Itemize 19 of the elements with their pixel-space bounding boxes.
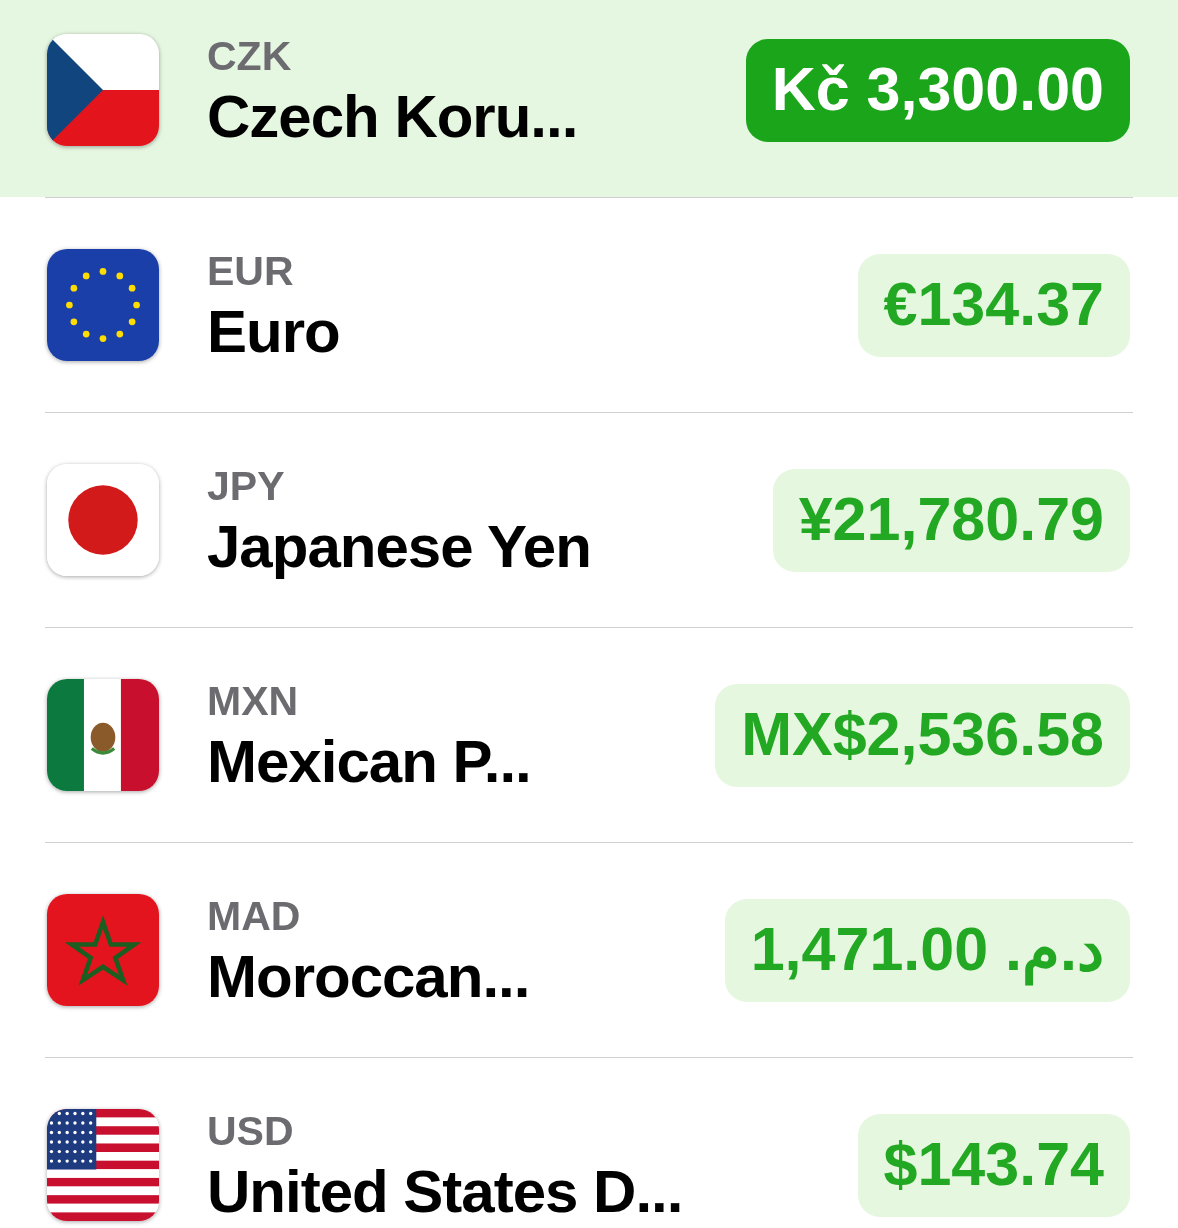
currency-code: EUR xyxy=(207,248,295,296)
currency-code: MXN xyxy=(207,678,300,726)
flag-icon xyxy=(47,464,159,576)
currency-code: CZK xyxy=(207,33,293,81)
currency-code: MAD xyxy=(207,893,302,941)
currency-name: United States D... xyxy=(207,1156,684,1227)
flag-icon xyxy=(47,679,159,791)
currency-name: Czech Koru... xyxy=(207,81,579,152)
currency-name: Mexican P... xyxy=(207,726,532,797)
flag-icon xyxy=(47,1109,159,1221)
currency-name: Japanese Yen xyxy=(207,511,592,582)
flag-icon xyxy=(47,34,159,146)
currency-name: Moroccan... xyxy=(207,941,531,1012)
currency-code: USD xyxy=(207,1108,295,1156)
currency-code: JPY xyxy=(207,463,286,511)
flag-icon xyxy=(47,249,159,361)
flag-icon xyxy=(47,894,159,1006)
currency-name: Euro xyxy=(207,296,341,367)
currency-row[interactable]: CZK Czech Koru... Kč 3,300.00 xyxy=(0,0,1178,197)
